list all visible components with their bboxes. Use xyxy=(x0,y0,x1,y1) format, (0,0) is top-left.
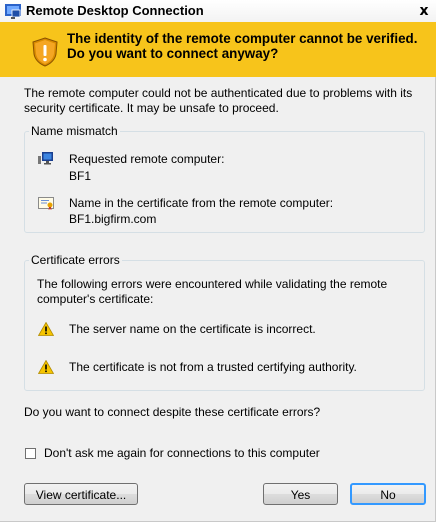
requested-computer-value: BF1 xyxy=(69,169,92,183)
connect-question: Do you want to connect despite these cer… xyxy=(24,405,321,419)
remote-desktop-icon xyxy=(5,4,21,19)
name-mismatch-legend: Name mismatch xyxy=(31,124,118,138)
certificate-errors-description: The following errors were encountered wh… xyxy=(37,277,388,306)
warning-banner: The identity of the remote computer cann… xyxy=(0,22,436,77)
warning-icon xyxy=(38,360,54,374)
warning-icon xyxy=(38,322,54,336)
certificate-errors-legend: Certificate errors xyxy=(31,253,120,267)
certificate-error-item: The server name on the certificate is in… xyxy=(69,322,316,336)
certificate-name-value: BF1.bigfirm.com xyxy=(69,212,157,226)
computer-icon xyxy=(38,152,53,165)
requested-computer-label: Requested remote computer: xyxy=(69,152,225,166)
intro-text: The remote computer could not be authent… xyxy=(24,86,413,115)
no-button[interactable]: No xyxy=(350,483,426,505)
banner-heading: The identity of the remote computer cann… xyxy=(67,31,418,61)
dont-ask-checkbox[interactable] xyxy=(25,448,36,459)
dont-ask-label[interactable]: Don't ask me again for connections to th… xyxy=(44,446,320,460)
yes-button[interactable]: Yes xyxy=(263,483,338,505)
shield-warning-icon xyxy=(32,37,58,67)
certificate-icon xyxy=(38,197,54,210)
view-certificate-button[interactable]: View certificate... xyxy=(24,483,138,505)
certificate-name-label: Name in the certificate from the remote … xyxy=(69,196,334,210)
rdc-dialog: Remote Desktop Connection x The identity… xyxy=(0,0,436,522)
window-title: Remote Desktop Connection xyxy=(26,3,204,18)
close-icon[interactable]: x xyxy=(415,2,433,20)
certificate-error-item: The certificate is not from a trusted ce… xyxy=(69,360,357,374)
title-bar[interactable]: Remote Desktop Connection x xyxy=(0,0,436,23)
